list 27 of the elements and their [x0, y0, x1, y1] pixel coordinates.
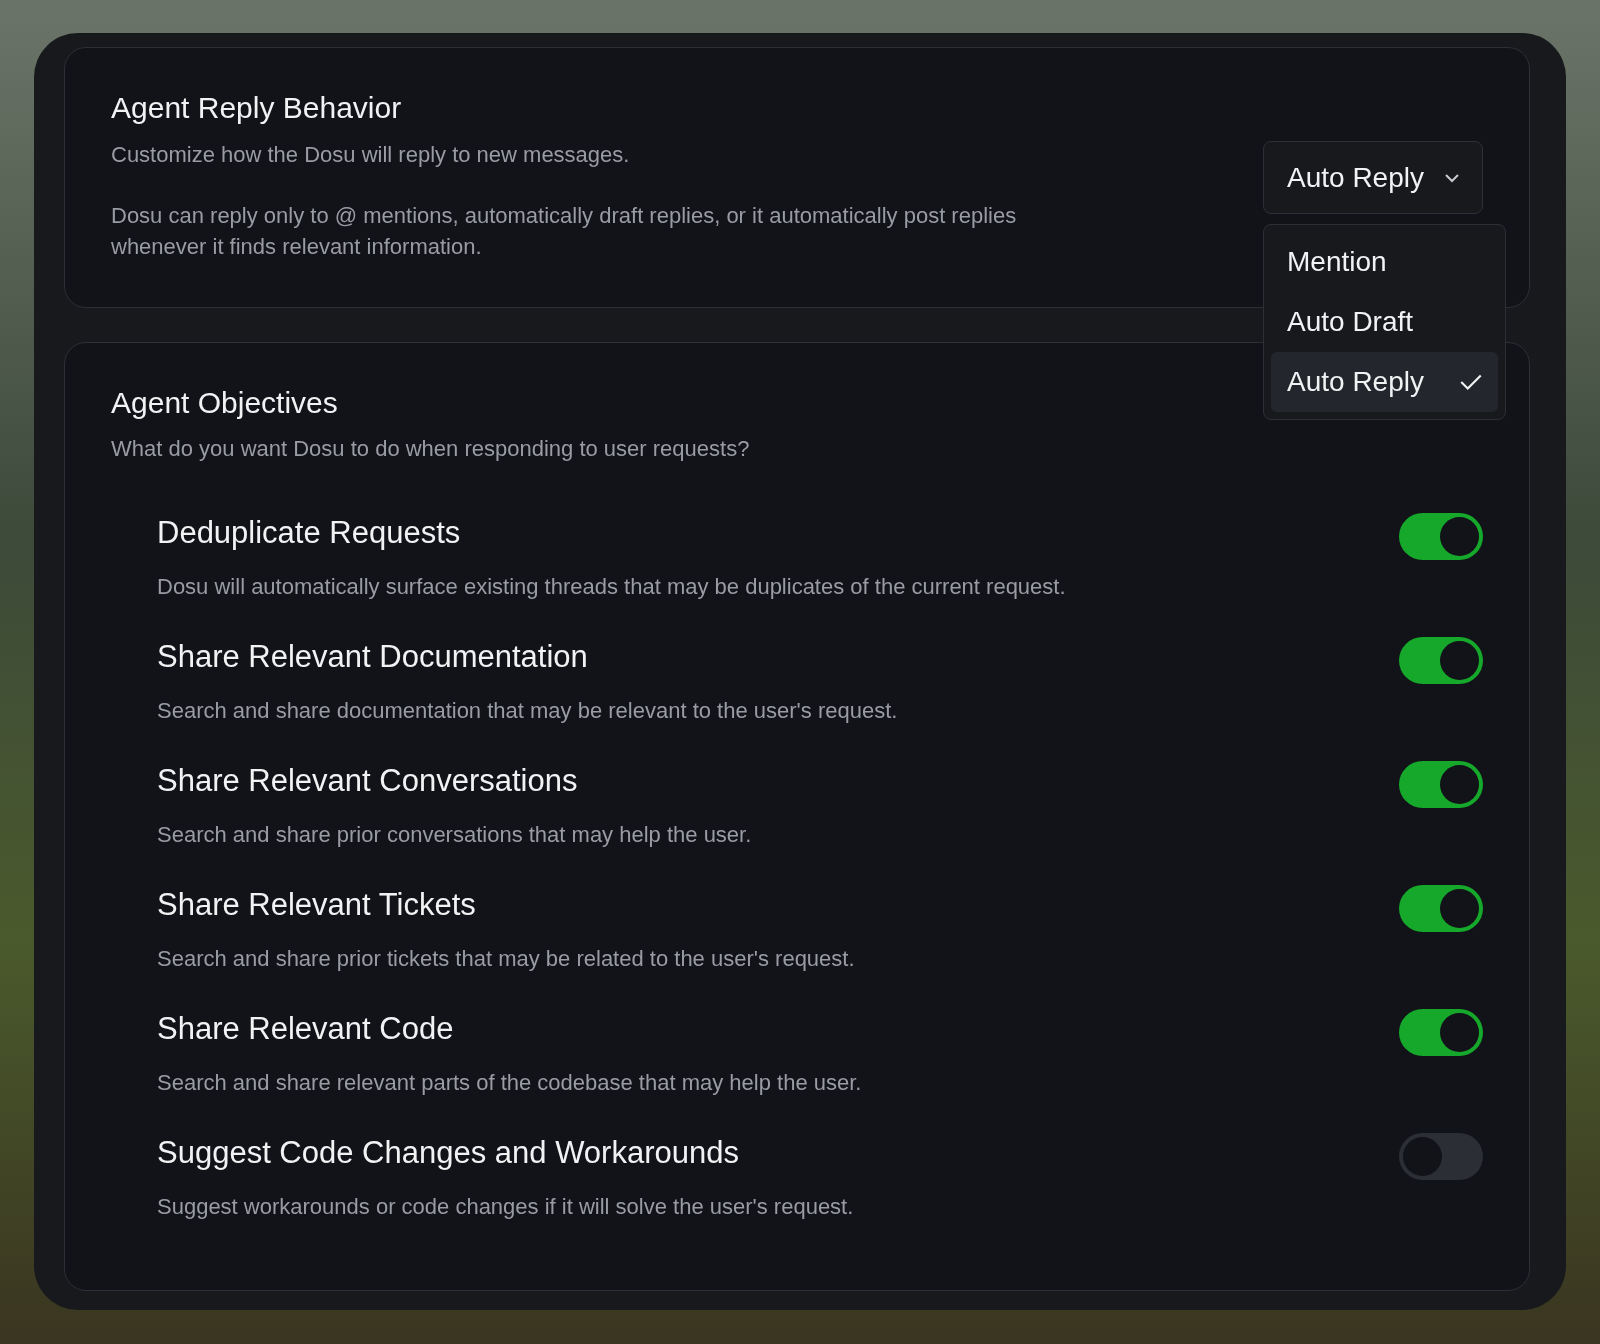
objective-title: Deduplicate Requests — [157, 514, 462, 552]
toggle-switch[interactable] — [1399, 885, 1483, 932]
toggle-switch[interactable] — [1399, 1133, 1483, 1180]
objective-title: Suggest Code Changes and Workarounds — [157, 1134, 740, 1172]
objective-description: Search and share documentation that may be relevant to the user's request. — [157, 697, 899, 725]
objective-description: Search and share relevant parts of the codebase that may help the user. — [157, 1069, 863, 1097]
toggle-switch[interactable] — [1399, 1009, 1483, 1056]
section-title: Agent Objectives — [111, 385, 338, 421]
menu-item[interactable]: Auto Reply — [1271, 352, 1498, 412]
toggle-switch[interactable] — [1399, 761, 1483, 808]
objective-description: Search and share prior tickets that may be related to the user's request. — [157, 945, 856, 973]
objective-description: Dosu will automatically surface existing threads that may be duplicates of the current request. — [157, 573, 1067, 601]
objective-title: Share Relevant Documentation — [157, 638, 589, 676]
menu-item[interactable]: Auto Draft — [1271, 292, 1498, 352]
section-subtitle: Customize how the Dosu will reply to new messages. — [111, 141, 631, 169]
toggle-switch[interactable] — [1399, 637, 1483, 684]
toggle-switch[interactable] — [1399, 513, 1483, 560]
objective-title: Share Relevant Code — [157, 1010, 455, 1048]
objective-title: Share Relevant Conversations — [157, 762, 579, 800]
objective-title: Share Relevant Tickets — [157, 886, 477, 924]
reply-mode-dropdown[interactable]: Auto Reply — [1263, 141, 1483, 214]
menu-item[interactable]: Mention — [1271, 232, 1498, 292]
section-title: Agent Reply Behavior — [111, 90, 403, 126]
section-description: Dosu can reply only to @ mentions, automatically draft replies, or it automatically post replies whenever it finds relevant information. — [111, 202, 1018, 261]
objective-description: Search and share prior conversations that may help the user. — [157, 821, 753, 849]
objective-description: Suggest workarounds or code changes if it will solve the user's request. — [157, 1193, 855, 1221]
section-subtitle: What do you want Dosu to do when responding to user requests? — [111, 435, 751, 463]
